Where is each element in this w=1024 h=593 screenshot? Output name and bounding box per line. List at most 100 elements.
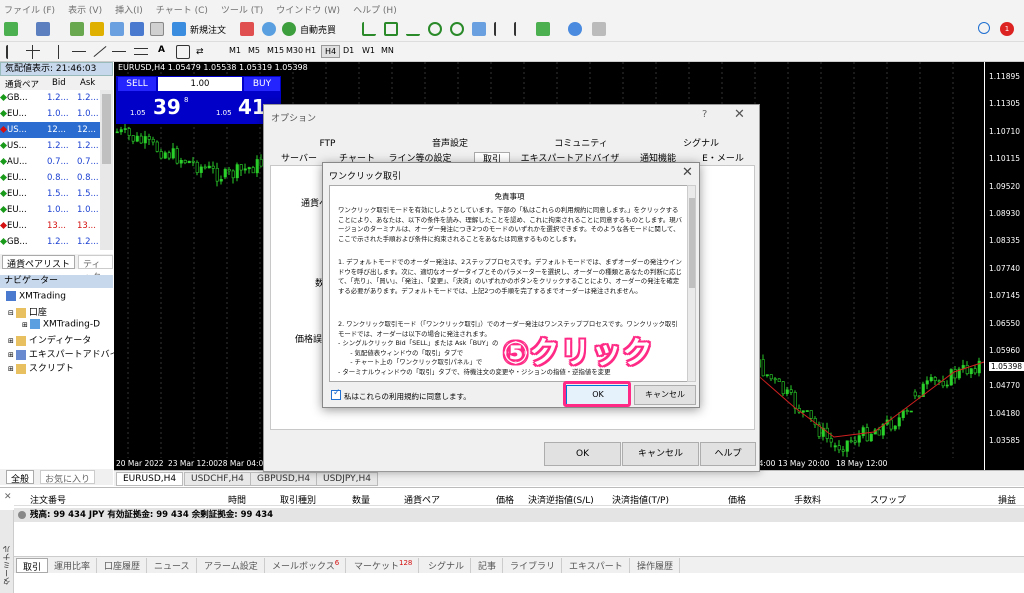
market-watch-row[interactable]: GB... 1.2... 1.2... <box>0 90 100 106</box>
text-label-icon[interactable] <box>176 45 190 59</box>
terminal-column-header[interactable]: 時間 <box>228 493 246 506</box>
scroll-thumb[interactable] <box>689 198 695 288</box>
chart-tab[interactable]: EURUSD,H4 <box>116 472 184 486</box>
options-ok-button[interactable]: OK <box>544 442 621 466</box>
terminal-tab[interactable]: エキスパート <box>563 558 630 573</box>
timeframe-w1[interactable]: W1 <box>359 45 378 56</box>
meta-editor-icon[interactable] <box>240 22 254 36</box>
new-order-button[interactable]: 新規注文 <box>190 23 226 36</box>
terminal-tab[interactable]: 操作履歴 <box>631 558 681 573</box>
market-watch-row[interactable]: AU... 0.7... 0.7... <box>0 154 100 170</box>
nav-item-experts[interactable]: ⊞ エキスパートアドバイザ <box>8 347 128 360</box>
terminal-tab[interactable]: アラーム設定 <box>198 558 265 573</box>
bar-chart-icon[interactable] <box>362 22 376 36</box>
chart-shift-icon[interactable] <box>494 22 508 36</box>
nav-item-account[interactable]: ⊞ XMTrading-D <box>22 319 100 330</box>
options-help-button[interactable]: ヘルプ <box>700 442 756 466</box>
menu-item[interactable]: ツール (T) <box>221 3 263 16</box>
tab-general[interactable]: 全般 <box>6 470 35 485</box>
crosshair-icon[interactable] <box>26 45 40 59</box>
nav-item-xmtrading[interactable]: XMTrading <box>6 291 66 302</box>
data-window-icon[interactable] <box>110 22 124 36</box>
text-tool-icon[interactable]: A <box>158 45 165 55</box>
fibonacci-icon[interactable] <box>134 45 148 59</box>
col-ask[interactable]: Ask <box>80 78 95 88</box>
market-watch-row[interactable]: US... 1.2... 1.2... <box>0 138 100 154</box>
tile-windows-icon[interactable] <box>472 22 486 36</box>
cursor-icon[interactable] <box>6 45 20 59</box>
signals-icon[interactable] <box>262 22 276 36</box>
terminal-tab[interactable]: 記事 <box>472 558 504 573</box>
terminal-column-header[interactable]: スワップ <box>870 493 906 506</box>
options-cancel-button[interactable]: キャンセル <box>622 442 699 466</box>
sell-price-big[interactable]: 39 <box>153 95 181 119</box>
tab-favorites[interactable]: お気に入り <box>40 470 96 485</box>
timeframe-h1[interactable]: H1 <box>302 45 319 56</box>
balance-row[interactable]: 残高: 99 434 JPY 有効証拠金: 99 434 余剰証拠金: 99 4… <box>14 508 1024 522</box>
auto-trade-icon[interactable] <box>282 22 296 36</box>
terminal-icon[interactable] <box>130 22 144 36</box>
terminal-column-header[interactable]: 価格 <box>728 493 746 506</box>
arrows-icon[interactable]: ⇄ <box>196 45 210 59</box>
market-watch-icon[interactable] <box>70 22 84 36</box>
terminal-tab[interactable]: メールボックス6 <box>266 558 347 573</box>
terminal-tab[interactable]: シグナル <box>422 558 472 573</box>
nav-item-accounts[interactable]: ⊟ 口座 <box>8 305 47 318</box>
terminal-column-header[interactable]: 通貨ペア <box>404 493 440 506</box>
auto-trade-button[interactable]: 自動売買 <box>300 23 336 36</box>
nav-item-indicators[interactable]: ⊞ インディケータ <box>8 333 91 346</box>
terminal-tab[interactable]: 口座履歴 <box>98 558 148 573</box>
volume-input[interactable]: 1.00 <box>158 77 242 91</box>
close-icon[interactable]: ✕ <box>734 107 745 122</box>
vertical-line-icon[interactable] <box>52 45 66 59</box>
options-tab[interactable]: E・メール <box>694 152 752 166</box>
indicators-icon[interactable] <box>536 22 550 36</box>
options-tab[interactable]: サーバー <box>270 152 328 166</box>
tab-tick[interactable]: ティック <box>78 255 113 283</box>
terminal-column-header[interactable]: 取引種別 <box>280 493 316 506</box>
menu-item[interactable]: ファイル (F) <box>4 3 55 16</box>
market-watch-row[interactable]: EU... 0.8... 0.8... <box>0 170 100 186</box>
timeframe-d1[interactable]: D1 <box>340 45 357 56</box>
terminal-tab[interactable]: ニュース <box>148 558 197 573</box>
buy-button[interactable]: BUY <box>244 77 280 91</box>
market-watch-row[interactable]: EU... 1.0... 1.0... <box>0 202 100 218</box>
timeframe-m1[interactable]: M1 <box>226 45 244 56</box>
close-icon[interactable]: ✕ <box>682 165 693 180</box>
one-click-cancel-button[interactable]: キャンセル <box>634 385 696 405</box>
terminal-tab[interactable]: マーケット128 <box>348 558 420 573</box>
options-tab[interactable]: シグナル <box>647 137 755 151</box>
terminal-tab[interactable]: 取引 <box>16 558 49 573</box>
menu-item[interactable]: 表示 (V) <box>68 3 102 16</box>
timeframe-m5[interactable]: M5 <box>245 45 263 56</box>
menu-item[interactable]: ヘルプ (H) <box>353 3 397 16</box>
zoom-in-icon[interactable] <box>428 22 442 36</box>
new-order-icon[interactable] <box>172 22 186 36</box>
profiles-icon[interactable] <box>36 22 50 36</box>
terminal-tab[interactable]: 運用比率 <box>48 558 98 573</box>
sell-button[interactable]: SELL <box>118 77 156 91</box>
autoscroll-icon[interactable] <box>514 22 528 36</box>
menu-item[interactable]: 挿入(I) <box>115 3 143 16</box>
market-watch-row[interactable]: US... 12... 12... <box>0 122 100 138</box>
options-tab[interactable]: FTP <box>270 137 385 151</box>
new-chart-icon[interactable] <box>4 22 18 36</box>
terminal-column-header[interactable]: 決済指値(T/P) <box>612 493 669 506</box>
help-icon[interactable]: ? <box>702 109 707 120</box>
terminal-column-header[interactable]: 数量 <box>352 493 370 506</box>
market-watch-row[interactable]: EU... 1.5... 1.5... <box>0 186 100 202</box>
tester-icon[interactable] <box>150 22 164 36</box>
line-chart-icon[interactable] <box>406 22 420 36</box>
templates-icon[interactable] <box>592 22 606 36</box>
menu-item[interactable]: チャート (C) <box>156 3 208 16</box>
disclaimer-scrollbar[interactable] <box>687 185 696 382</box>
notification-icon[interactable]: 1 <box>1000 22 1014 36</box>
market-watch-row[interactable]: GB... 1.2... 1.2... <box>0 234 100 250</box>
market-watch-scrollbar[interactable] <box>100 90 113 250</box>
channel-icon[interactable] <box>112 45 126 59</box>
timeframe-mn[interactable]: MN <box>378 45 397 56</box>
options-tab[interactable]: コミュニティ <box>515 137 647 151</box>
agree-checkbox[interactable] <box>331 388 341 400</box>
chart-tab[interactable]: USDCHF,H4 <box>184 472 251 486</box>
horizontal-line-icon[interactable] <box>72 45 86 59</box>
